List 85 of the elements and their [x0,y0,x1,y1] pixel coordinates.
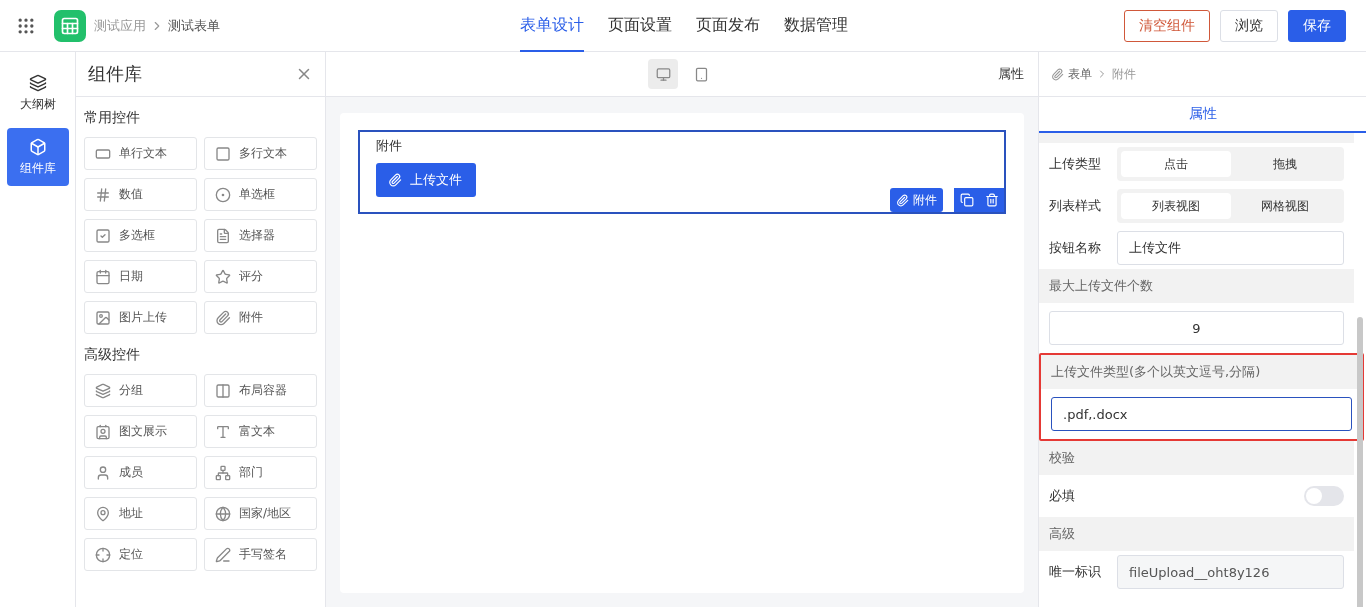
section-header: 校验 [1039,441,1354,475]
rail-tab[interactable]: 大纲树 [6,64,69,122]
group-title: 常用控件 [84,109,141,127]
paperclip-icon [1051,67,1064,81]
component-item[interactable]: 单选框 [204,178,317,211]
field-type-tag: 附件 [890,188,943,212]
component-item[interactable]: 日期 [84,260,197,293]
tablet-icon [693,66,709,82]
segment-option[interactable]: 点击 [1121,151,1231,177]
breadcrumb-current: 附件 [1112,65,1136,83]
calendar-icon [95,268,111,285]
monitor-icon [655,66,671,82]
textarea-icon [215,145,231,162]
section-header: 高级 [1039,517,1354,551]
preview-button[interactable]: 浏览 [1220,9,1278,42]
component-item[interactable]: 成员 [84,456,197,489]
upload-button[interactable]: 上传文件 [376,163,476,197]
crosshair-icon [95,546,111,563]
component-item[interactable]: 地址 [84,497,197,530]
component-item[interactable]: 单行文本 [84,137,197,170]
input-field[interactable]: 上传文件 [1117,231,1344,265]
component-item[interactable]: 数值 [84,178,197,211]
component-item[interactable]: 图片上传 [84,301,197,334]
desktop-view-button[interactable] [648,59,678,89]
tree-icon [215,464,231,481]
component-item[interactable]: 国家/地区 [204,497,317,530]
input-field[interactable]: .pdf,.docx [1051,397,1352,431]
field-label: 上传类型 [1049,155,1102,173]
segment-option[interactable]: 网格视图 [1230,193,1340,219]
panel-title: 组件库 [88,62,142,86]
cube-icon [28,137,47,156]
component-item[interactable]: 选择器 [204,219,317,252]
pen-icon [215,546,231,563]
save-button[interactable]: 保存 [1288,9,1346,42]
breadcrumb-current: 测试表单 [168,16,220,35]
nav-tab[interactable]: 数据管理 [784,0,848,52]
app-logo-icon [54,9,86,42]
section-header: 最大上传文件个数 [1039,269,1354,303]
delete-icon[interactable] [984,193,999,207]
field-label: 列表样式 [1049,197,1102,215]
user-icon [95,464,111,481]
component-item[interactable]: 图文展示 [84,415,197,448]
map-pin-icon [95,505,111,522]
component-item[interactable]: 富文本 [204,415,317,448]
paperclip-icon [388,173,402,187]
copy-icon[interactable] [959,193,974,207]
list-icon [215,227,231,244]
nav-tab[interactable]: 页面设置 [608,0,672,52]
toggle-switch[interactable] [1304,486,1344,506]
radio-icon [215,186,231,203]
rail-tab[interactable]: 组件库 [6,128,69,186]
group-title: 高级控件 [84,346,141,364]
component-item[interactable]: 布局容器 [204,374,317,407]
component-item[interactable]: 分组 [84,374,197,407]
panel-label: 属性 [998,65,1024,83]
checkbox-icon [95,227,111,244]
field-label: 按钮名称 [1049,239,1102,257]
component-item[interactable]: 多选框 [84,219,197,252]
globe-icon [215,505,231,522]
component-item[interactable]: 附件 [204,301,317,334]
component-item[interactable]: 多行文本 [204,137,317,170]
breadcrumb-link[interactable]: 表单 [1068,65,1092,83]
columns-icon [215,382,231,399]
field-label: 唯一标识 [1049,563,1102,581]
text-icon [215,423,231,440]
paperclip-icon [215,309,231,326]
component-item[interactable]: 部门 [204,456,317,489]
component-item[interactable]: 手写签名 [204,538,317,571]
star-icon [215,268,231,285]
layers-icon [95,382,111,399]
selected-field[interactable]: 附件 上传文件 附件 [358,130,1006,214]
clear-button[interactable]: 清空组件 [1124,9,1210,42]
field-label: 附件 [376,137,403,155]
segment-option[interactable]: 拖拽 [1230,151,1340,177]
component-item[interactable]: 定位 [84,538,197,571]
nav-tab[interactable]: 页面发布 [696,0,760,52]
number-field[interactable]: 9 [1049,311,1344,345]
card-icon [95,423,111,440]
component-item[interactable]: 评分 [204,260,317,293]
hash-icon [95,186,111,203]
paperclip-icon [896,193,909,207]
segment-option[interactable]: 列表视图 [1121,193,1231,219]
layers-icon [28,73,47,92]
image-icon [95,309,111,326]
field-label: 必填 [1049,487,1076,505]
